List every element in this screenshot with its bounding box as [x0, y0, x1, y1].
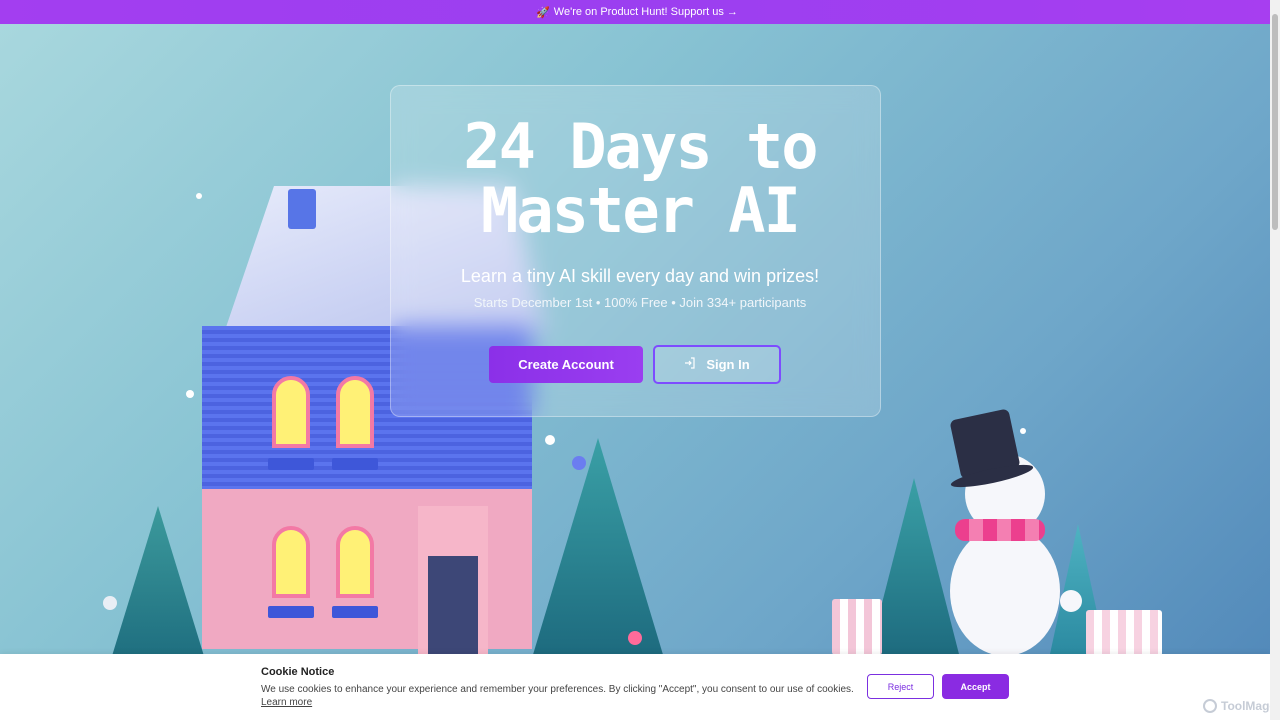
toolmage-logo-icon	[1203, 699, 1217, 713]
hero-meta: Starts December 1st • 100% Free • Join 3…	[473, 295, 807, 310]
toolmage-watermark: ToolMage	[1203, 699, 1276, 713]
scrollbar[interactable]	[1270, 0, 1280, 720]
watermark-text: ToolMage	[1221, 699, 1277, 713]
cookie-notice: Cookie Notice We use cookies to enhance …	[0, 654, 1270, 720]
cookie-text: We use cookies to enhance your experienc…	[261, 684, 854, 695]
hero-title: 24 Days to Master AI	[0, 115, 1280, 243]
create-account-button[interactable]: Create Account	[489, 346, 643, 383]
sign-in-label: Sign In	[706, 357, 750, 372]
cookie-title: Cookie Notice	[261, 666, 335, 678]
scrollbar-thumb[interactable]	[1272, 14, 1278, 230]
sign-in-button[interactable]: Sign In	[653, 345, 781, 384]
learn-more-link[interactable]: Learn more	[261, 697, 312, 708]
hero-title-line-1: 24 Days to	[463, 110, 818, 183]
product-hunt-banner[interactable]: 🚀 We're on Product Hunt! Support us →	[0, 0, 1270, 24]
snowman-illustration	[950, 526, 1060, 654]
reject-button[interactable]: Reject	[867, 674, 934, 699]
banner-text[interactable]: We're on Product Hunt! Support us →	[554, 6, 738, 18]
accept-button[interactable]: Accept	[942, 674, 1009, 699]
login-icon	[684, 357, 696, 372]
hero-title-line-2: Master AI	[481, 174, 801, 247]
rocket-icon: 🚀	[536, 6, 550, 19]
hero-subtitle: Learn a tiny AI skill every day and win …	[460, 266, 820, 286]
